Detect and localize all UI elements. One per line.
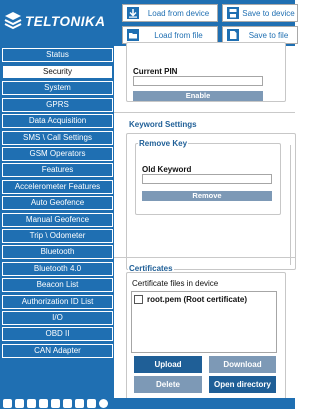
load-from-device-button[interactable]: Load from device <box>122 4 218 22</box>
twitter-icon[interactable] <box>51 399 60 408</box>
video-icon[interactable] <box>63 399 72 408</box>
sidebar-item-beacon-list[interactable]: Beacon List <box>2 278 113 292</box>
certificate-checkbox[interactable] <box>134 295 143 304</box>
top-header: TELTONIKA Load from device Load from fil… <box>0 0 298 46</box>
sidebar-item-security[interactable]: Security <box>2 65 113 79</box>
old-keyword-input[interactable] <box>142 174 272 184</box>
section-divider <box>114 112 295 113</box>
old-keyword-label: Old Keyword <box>142 165 192 174</box>
upload-button[interactable]: Upload <box>134 356 202 373</box>
folder-open-icon <box>127 29 139 41</box>
sidebar-item-accelerometer-features[interactable]: Accelerometer Features <box>2 180 113 194</box>
sidebar-item-gprs[interactable]: GPRS <box>2 98 113 112</box>
save-file-icon <box>227 29 239 41</box>
save-to-device-button[interactable]: Save to device <box>222 4 298 22</box>
certificate-files-label: Certificate files in device <box>132 279 219 288</box>
sidebar-item-bluetooth-4[interactable]: Bluetooth 4.0 <box>2 262 113 276</box>
hidden-panel-edge <box>290 145 295 265</box>
teltonika-logo-mark-icon <box>4 12 22 30</box>
security-content-panel: Current PIN Enable Keyword Settings Remo… <box>114 42 296 400</box>
sidebar-item-trip-odometer[interactable]: Trip \ Odometer <box>2 229 113 243</box>
sidebar-item-io[interactable]: I/O <box>2 311 113 325</box>
social-links-bar <box>0 398 295 409</box>
save-icon <box>227 7 239 19</box>
linkedin-icon[interactable] <box>75 399 84 408</box>
list-item[interactable]: root.pem (Root certificate) <box>134 295 247 304</box>
keyword-settings-title: Keyword Settings <box>128 120 198 129</box>
sidebar-item-obd-ii[interactable]: OBD II <box>2 327 113 341</box>
enable-pin-button[interactable]: Enable <box>133 91 263 101</box>
current-pin-label: Current PIN <box>133 67 178 76</box>
remove-keyword-button[interactable]: Remove <box>142 191 272 201</box>
section-divider <box>114 257 295 258</box>
teltonika-logo: TELTONIKA <box>2 9 120 33</box>
remove-key-title: Remove Key <box>138 139 189 148</box>
brand-name: TELTONIKA <box>25 13 106 29</box>
sidebar-item-status[interactable]: Status <box>2 48 113 62</box>
rss-icon[interactable] <box>3 399 12 408</box>
sidebar-item-can-adapter[interactable]: CAN Adapter <box>2 344 113 358</box>
sidebar-item-gsm-operators[interactable]: GSM Operators <box>2 147 113 161</box>
sidebar-item-sms-call-settings[interactable]: SMS \ Call Settings <box>2 131 113 145</box>
facebook-icon[interactable] <box>15 399 24 408</box>
youtube-icon[interactable] <box>39 399 48 408</box>
linkedin-icon[interactable] <box>27 399 36 408</box>
save-to-file-label: Save to file <box>248 30 289 40</box>
sidebar-item-system[interactable]: System <box>2 81 113 95</box>
certificate-file-name: root.pem (Root certificate) <box>147 295 248 304</box>
certificate-file-list[interactable]: root.pem (Root certificate) <box>131 291 277 353</box>
sidebar-item-bluetooth[interactable]: Bluetooth <box>2 245 113 259</box>
sidebar-item-auto-geofence[interactable]: Auto Geofence <box>2 196 113 210</box>
download-device-icon <box>127 7 139 19</box>
sidebar-item-authorization-id-list[interactable]: Authorization ID List <box>2 295 113 309</box>
save-to-device-label: Save to device <box>242 8 295 18</box>
load-from-device-label: Load from device <box>147 8 210 18</box>
info-icon[interactable] <box>99 399 108 408</box>
delete-button[interactable]: Delete <box>134 376 202 393</box>
sidebar-item-data-acquisition[interactable]: Data Acquisition <box>2 114 113 128</box>
sidebar-item-features[interactable]: Features <box>2 163 113 177</box>
sidebar-item-manual-geofence[interactable]: Manual Geofence <box>2 213 113 227</box>
instagram-icon[interactable] <box>87 399 96 408</box>
open-directory-button[interactable]: Open directory <box>209 376 276 393</box>
download-button[interactable]: Download <box>209 356 276 373</box>
sidebar-nav: Status Security System GPRS Data Acquisi… <box>0 46 114 398</box>
current-pin-input[interactable] <box>133 76 263 86</box>
load-from-file-label: Load from file <box>154 30 203 40</box>
